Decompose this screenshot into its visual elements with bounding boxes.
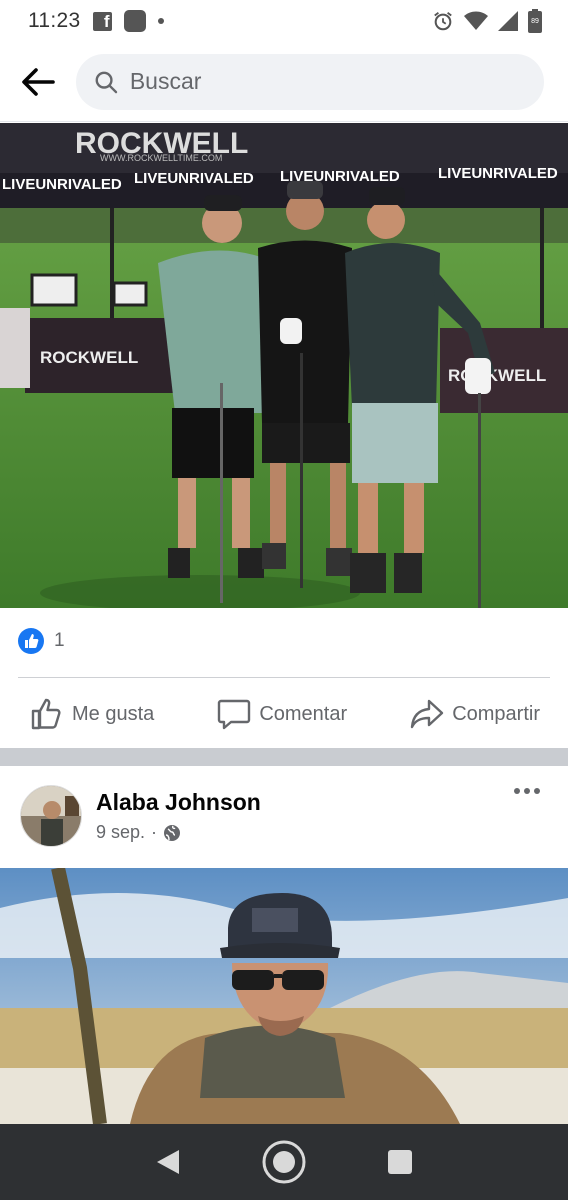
status-left: 11:23 f	[28, 9, 164, 33]
top-bar	[0, 42, 568, 122]
circle-home-icon	[262, 1140, 306, 1184]
status-time: 11:23	[28, 9, 81, 32]
share-button[interactable]: Compartir	[410, 698, 540, 730]
app-icon	[123, 10, 146, 32]
more-options-button[interactable]	[514, 788, 540, 794]
arrow-left-icon	[22, 67, 55, 96]
nav-home-button[interactable]	[260, 1138, 308, 1186]
post-photo-golf[interactable]: ROCKWELL WWW.ROCKWELLTIME.COM LIVEUNRIVA…	[0, 123, 568, 608]
like-button[interactable]: Me gusta	[30, 698, 154, 730]
banner-url: WWW.ROCKWELLTIME.COM	[100, 153, 222, 163]
more-dot-icon	[514, 788, 520, 794]
android-nav-bar	[0, 1124, 568, 1200]
battery-icon: 89	[528, 9, 542, 33]
reaction-count: 1	[54, 630, 65, 651]
nav-recents-button[interactable]	[376, 1138, 424, 1186]
status-right: 89	[432, 9, 542, 33]
comment-button[interactable]: Comentar	[217, 698, 347, 730]
status-bar: 11:23 f 89	[0, 0, 568, 42]
reactions-summary[interactable]: 1	[18, 628, 65, 654]
more-dot-icon	[524, 788, 530, 794]
author-name[interactable]: Alaba Johnson	[96, 789, 261, 816]
thumbs-up-icon	[31, 698, 61, 730]
svg-text:89: 89	[531, 18, 539, 25]
triangle-back-icon	[157, 1150, 179, 1174]
square-recents-icon	[388, 1150, 412, 1174]
avatar[interactable]	[20, 785, 82, 847]
share-icon	[411, 699, 444, 729]
feed-separator	[0, 748, 568, 766]
search-icon	[95, 71, 118, 93]
post-meta: 9 sep. ·	[96, 822, 261, 843]
more-dot-icon	[534, 788, 540, 794]
table-brand-right: ROCKWELL	[448, 366, 546, 385]
globe-icon	[164, 824, 181, 841]
wifi-icon	[464, 11, 488, 30]
meta-separator: ·	[151, 822, 158, 842]
banner-slogan-1: LIVEUNRIVALED	[2, 176, 122, 193]
banner-slogan-4: LIVEUNRIVALED	[438, 165, 558, 182]
post-photo-hunter[interactable]	[0, 868, 568, 1124]
post-action-bar: Me gusta Comentar Compartir	[0, 688, 568, 740]
post-header: Alaba Johnson 9 sep. ·	[0, 766, 568, 866]
banner-slogan-2: LIVEUNRIVALED	[134, 170, 254, 187]
like-label: Me gusta	[72, 702, 155, 725]
comment-icon	[218, 699, 251, 730]
search-input[interactable]	[129, 68, 526, 95]
signal-icon	[498, 11, 518, 31]
hunter-photo-illustration	[0, 868, 568, 1124]
facebook-icon: f	[92, 11, 112, 31]
table-brand-left: ROCKWELL	[40, 348, 138, 367]
like-reaction-icon	[18, 628, 44, 654]
share-label: Compartir	[452, 702, 540, 725]
author-info: Alaba Johnson 9 sep. ·	[96, 789, 261, 843]
alarm-icon	[434, 12, 452, 31]
notification-dot-icon	[157, 18, 164, 24]
post-date[interactable]: 9 sep.	[96, 822, 145, 843]
divider	[18, 677, 550, 678]
search-box[interactable]	[76, 53, 544, 110]
golf-photo-illustration: ROCKWELL WWW.ROCKWELLTIME.COM LIVEUNRIVA…	[0, 123, 568, 608]
nav-back-button[interactable]	[144, 1138, 192, 1186]
back-button[interactable]	[20, 64, 56, 100]
comment-label: Comentar	[259, 702, 348, 725]
